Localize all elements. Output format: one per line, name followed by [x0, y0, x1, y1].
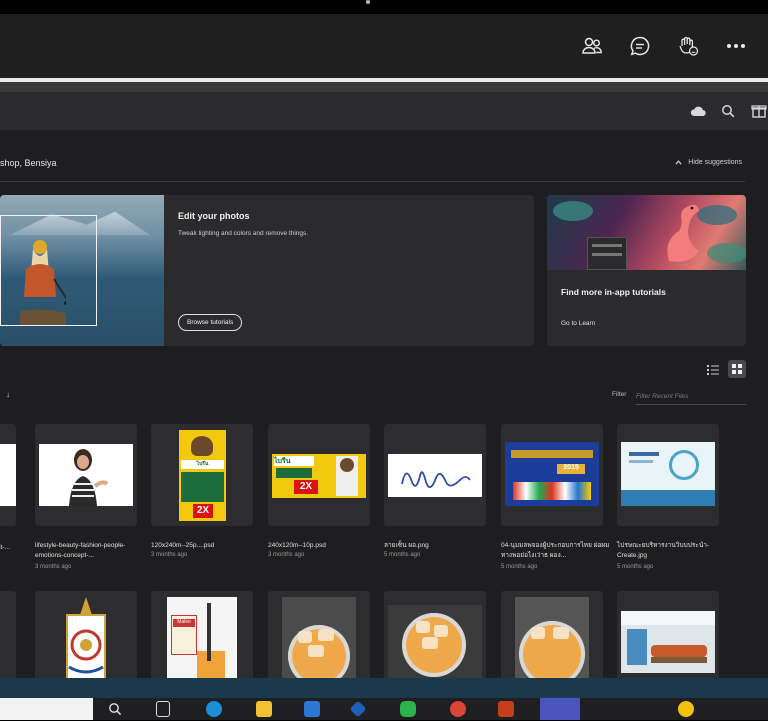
- hero-person-image: [20, 240, 66, 325]
- file-thumbnail[interactable]: [384, 424, 486, 526]
- windows-taskbar: [0, 698, 768, 720]
- app-titlebar: [0, 82, 768, 92]
- greeting-title: shop, Bensiya: [0, 158, 57, 168]
- filter-input[interactable]: [636, 389, 746, 405]
- file-name: lifestyle-beauty-fashion-people-emotions…: [35, 542, 126, 559]
- hide-suggestions-label: Hide suggestions: [688, 159, 742, 166]
- file-name: ลายเซ็น ผอ.png: [384, 542, 429, 549]
- people-icon[interactable]: [580, 34, 604, 58]
- file-thumbnail[interactable]: [0, 424, 16, 526]
- file-explorer-icon[interactable]: [256, 701, 272, 717]
- file-thumbnail[interactable]: [268, 591, 370, 678]
- go-to-learn-link[interactable]: Go to Learn: [561, 320, 595, 327]
- hero-title: Edit your photos: [178, 211, 250, 221]
- file-thumbnail[interactable]: Maleo: [151, 591, 253, 678]
- taskbar-search-box[interactable]: [0, 698, 93, 720]
- list-view-icon[interactable]: [705, 362, 721, 378]
- file-thumbnail[interactable]: [501, 591, 603, 678]
- in-app-tutorials-card[interactable]: Find more in-app tutorials Go to Learn: [547, 195, 746, 346]
- line-icon[interactable]: [400, 701, 416, 717]
- hide-suggestions-button[interactable]: Hide suggestions: [675, 159, 742, 166]
- file-name: 04-นุมมลพจองผู้ประกอบการไทย ผ่อผมทางพอย่…: [501, 542, 610, 559]
- file-name: 120x240m--25p....psd: [151, 542, 215, 549]
- browse-tutorials-button[interactable]: Browse tutorials: [178, 314, 243, 331]
- file-date: 5 months ago: [384, 552, 421, 558]
- raise-hand-icon[interactable]: [676, 34, 700, 58]
- file-date: 5 months ago: [501, 564, 538, 570]
- edge-icon[interactable]: [206, 701, 222, 717]
- file-date: 3 months ago: [151, 552, 188, 558]
- photoshop-header: [0, 92, 768, 130]
- title-dot: [366, 0, 370, 4]
- tutorial-title: Find more in-app tutorials: [561, 287, 666, 297]
- search-icon[interactable]: [721, 104, 735, 123]
- file-date: 3 months ago: [268, 552, 305, 558]
- app-icon[interactable]: [349, 700, 367, 718]
- store-icon[interactable]: [304, 701, 320, 717]
- hero-photo: [0, 195, 164, 346]
- file-thumbnail[interactable]: [384, 591, 486, 678]
- file-thumbnail[interactable]: [617, 424, 719, 526]
- powerpoint-icon[interactable]: [498, 701, 514, 717]
- file-thumbnail[interactable]: 2015: [501, 424, 603, 526]
- cloud-icon[interactable]: [690, 104, 706, 122]
- file-thumbnail[interactable]: [35, 591, 137, 678]
- file-thumbnail[interactable]: ไบรีน 2X: [151, 424, 253, 526]
- chrome-icon[interactable]: [450, 701, 466, 717]
- meeting-toolbar: [0, 14, 768, 78]
- grid-view-icon[interactable]: [728, 360, 746, 378]
- sort-arrow-icon[interactable]: ↓: [6, 390, 10, 399]
- file-thumbnail[interactable]: [617, 591, 719, 678]
- file-thumbnail[interactable]: ไบรีน 2X: [268, 424, 370, 526]
- more-icon[interactable]: [724, 34, 748, 58]
- file-date: 5 months ago: [617, 564, 654, 570]
- photoshop-home: shop, Bensiya Hide suggestions Edit your…: [0, 130, 768, 678]
- file-thumbnail[interactable]: [0, 591, 16, 678]
- tutorial-image: [547, 195, 746, 270]
- hero-subtitle: Tweak lighting and colors and remove thi…: [178, 230, 309, 237]
- task-view-icon[interactable]: [156, 701, 170, 717]
- meeting-bottom-strip: [0, 678, 768, 698]
- divider: [0, 181, 745, 182]
- sticky-icon[interactable]: [678, 701, 694, 717]
- search-icon[interactable]: [108, 702, 122, 721]
- file-name: 240x120m--10p.psd: [268, 542, 326, 549]
- edit-photos-card: Edit your photos Tweak lighting and colo…: [0, 195, 534, 346]
- chevron-up-icon: [675, 160, 682, 165]
- meeting-title-bar: [0, 0, 768, 14]
- file-name: it-...: [0, 544, 10, 551]
- file-name: ไปรษณะยบริหารงานวิบบประนำ-Create.jpg: [617, 542, 710, 559]
- file-thumbnail[interactable]: [35, 424, 137, 526]
- chat-icon[interactable]: [628, 34, 652, 58]
- gift-icon[interactable]: [751, 103, 767, 123]
- file-date: 3 months ago: [35, 564, 72, 570]
- filter-label: Filter: [612, 391, 627, 398]
- teams-icon[interactable]: [540, 698, 580, 720]
